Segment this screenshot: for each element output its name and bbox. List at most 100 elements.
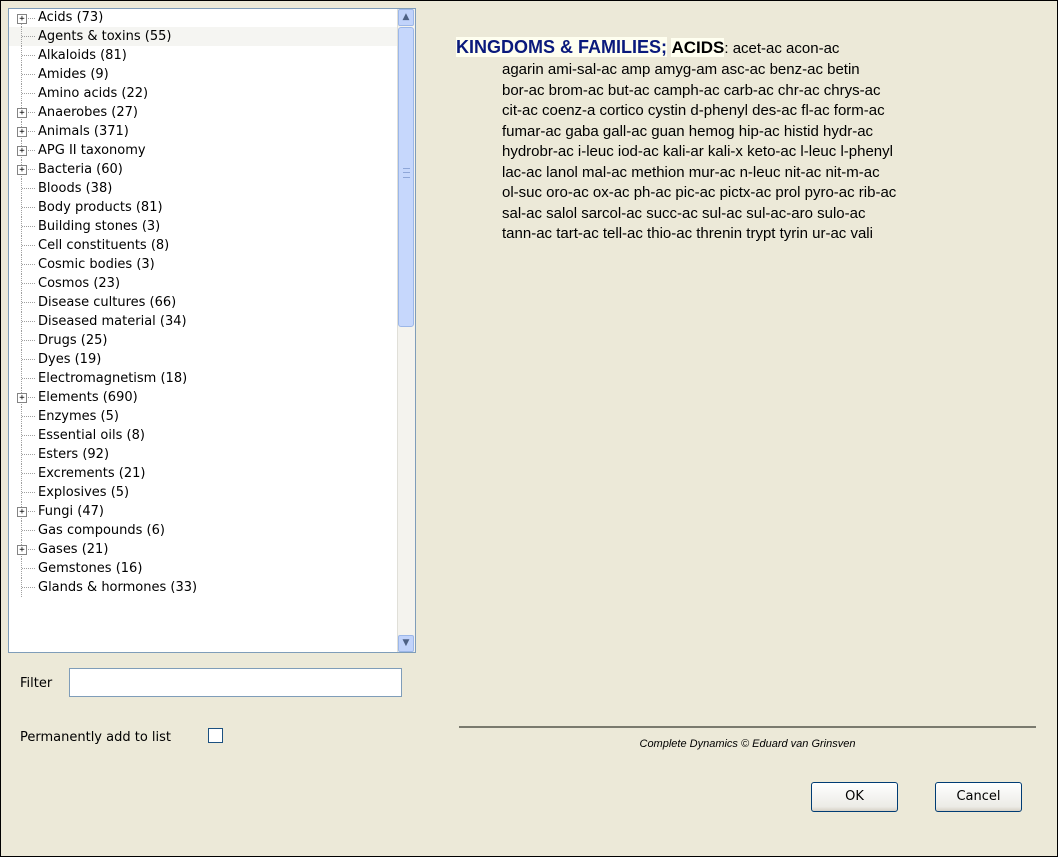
tree-item-label: Essential oils (8)	[38, 428, 145, 443]
scroll-thumb[interactable]	[398, 27, 414, 327]
remedy-list: agarin ami-sal-ac amp amyg-am asc-ac ben…	[502, 60, 1046, 245]
tree-item[interactable]: + Elements (690)	[9, 388, 398, 407]
remedy-line: bor-ac brom-ac but-ac camph-ac carb-ac c…	[502, 81, 881, 99]
tree-item[interactable]: Alkaloids (81)	[9, 46, 398, 65]
tree-item[interactable]: Cell constituents (8)	[9, 236, 398, 255]
tree-item-label: Electromagnetism (18)	[38, 371, 188, 386]
tree-connector	[22, 359, 35, 360]
remedy-content: KINGDOMS & FAMILIES; ACIDS: acet-ac acon…	[456, 36, 1046, 245]
tree-connector	[22, 340, 35, 341]
tree-item[interactable]: Bloods (38)	[9, 179, 398, 198]
tree-item-label: Diseased material (34)	[38, 314, 187, 329]
remedy-line: hydrobr-ac i-leuc iod-ac kali-ar kali-x …	[502, 143, 893, 160]
tree-item[interactable]: Dyes (19)	[9, 350, 398, 369]
tree-connector	[22, 36, 35, 37]
tree-item-label: Disease cultures (66)	[38, 295, 177, 310]
tree-item[interactable]: Glands & hormones (33)	[9, 578, 398, 597]
heading-line: KINGDOMS & FAMILIES; ACIDS: acet-ac acon…	[456, 36, 1046, 60]
tree-item[interactable]: Esters (92)	[9, 445, 398, 464]
tree-item[interactable]: + Animals (371)	[9, 122, 398, 141]
tree-connector	[22, 321, 35, 322]
tree-item[interactable]: Disease cultures (66)	[9, 293, 398, 312]
tree-item[interactable]: Cosmos (23)	[9, 274, 398, 293]
tree-item-label: Acids (73)	[38, 10, 104, 25]
tree-item[interactable]: Electromagnetism (18)	[9, 369, 398, 388]
permanently-add-label: Permanently add to list	[20, 730, 172, 745]
expand-icon[interactable]: +	[17, 14, 27, 24]
tree-item[interactable]: + Anaerobes (27)	[9, 103, 398, 122]
scroll-up-button[interactable]: ▲	[398, 9, 414, 26]
acids-title: ACIDS	[671, 38, 725, 57]
tree-item-label: Explosives (5)	[38, 485, 130, 500]
tree-item-label: Enzymes (5)	[38, 409, 119, 424]
tree-item[interactable]: Building stones (3)	[9, 217, 398, 236]
tree-item[interactable]: + APG II taxonomy	[9, 141, 398, 160]
filter-input[interactable]	[69, 668, 402, 697]
tree-item[interactable]: Gas compounds (6)	[9, 521, 398, 540]
tree-item[interactable]: Diseased material (34)	[9, 312, 398, 331]
remedy-line: cit-ac coenz-a cortico cystin d-phenyl d…	[502, 102, 885, 119]
tree-connector	[22, 207, 35, 208]
tree-item[interactable]: Enzymes (5)	[9, 407, 398, 426]
tree-item[interactable]: Amino acids (22)	[9, 84, 398, 103]
tree-item[interactable]: Agents & toxins (55)	[9, 27, 398, 46]
expand-icon[interactable]: +	[17, 545, 27, 555]
copyright-text: Complete Dynamics © Eduard van Grinsven	[639, 738, 856, 750]
tree-item-label: Cosmic bodies (3)	[38, 257, 155, 272]
tree-item[interactable]: Essential oils (8)	[9, 426, 398, 445]
tree-item-label: Gases (21)	[38, 542, 109, 557]
tree-item-label: Bacteria (60)	[38, 162, 123, 177]
permanently-add-checkbox[interactable]	[208, 728, 223, 743]
tree-item-label: Excrements (21)	[38, 466, 146, 481]
remedy-line: agarin ami-sal-ac amp amyg-am asc-ac ben…	[502, 61, 860, 78]
tree-item[interactable]: + Fungi (47)	[9, 502, 398, 521]
tree-connector	[22, 264, 35, 265]
tree-connector	[22, 492, 35, 493]
chevron-up-icon: ▲	[402, 12, 410, 22]
tree-item[interactable]: Excrements (21)	[9, 464, 398, 483]
tree-item-label: Esters (92)	[38, 447, 110, 462]
tree-connector	[22, 93, 35, 94]
tree-connector	[22, 55, 35, 56]
tree-item-label: Cosmos (23)	[38, 276, 121, 291]
expand-icon[interactable]: +	[17, 146, 27, 156]
cancel-button[interactable]: Cancel	[935, 782, 1022, 812]
tree-connector	[22, 435, 35, 436]
footer-divider	[459, 726, 1036, 728]
remedy-line: fumar-ac gaba gall-ac guan hemog hip-ac …	[502, 122, 874, 140]
tree-scrollbar[interactable]: ▲ ▼	[397, 9, 415, 652]
tree-item[interactable]: + Gases (21)	[9, 540, 398, 559]
remedy-line: tann-ac tart-ac tell-ac thio-ac threnin …	[502, 225, 873, 242]
remedy-line: lac-ac lanol mal-ac methion mur-ac n-leu…	[502, 163, 880, 181]
tree-connector	[22, 454, 35, 455]
expand-icon[interactable]: +	[17, 165, 27, 175]
tree-item-label: APG II taxonomy	[38, 143, 146, 158]
tree-item[interactable]: Gemstones (16)	[9, 559, 398, 578]
tree-connector	[22, 74, 35, 75]
tree-item-label: Fungi (47)	[38, 504, 104, 519]
tree-item-label: Animals (371)	[38, 124, 129, 139]
tree-connector	[22, 587, 35, 588]
tree-item[interactable]: Body products (81)	[9, 198, 398, 217]
tree-item[interactable]: Explosives (5)	[9, 483, 398, 502]
expand-icon[interactable]: +	[17, 507, 27, 517]
expand-icon[interactable]: +	[17, 393, 27, 403]
expand-icon[interactable]: +	[17, 127, 27, 137]
tree-item[interactable]: Drugs (25)	[9, 331, 398, 350]
tree-item[interactable]: Amides (9)	[9, 65, 398, 84]
tree-connector	[22, 283, 35, 284]
tree-connector	[22, 302, 35, 303]
category-tree[interactable]: + Acids (73) Agents & toxins (55) Alkaloids…	[8, 8, 416, 653]
remedy-line-first: : acet-ac acon-ac	[724, 40, 840, 57]
tree-item[interactable]: + Acids (73)	[9, 9, 398, 27]
tree-item[interactable]: + Bacteria (60)	[9, 160, 398, 179]
ok-button[interactable]: OK	[811, 782, 898, 812]
tree-item-label: Alkaloids (81)	[38, 48, 127, 63]
tree-item-label: Amides (9)	[38, 67, 109, 82]
scroll-down-button[interactable]: ▼	[398, 635, 414, 652]
tree-connector	[22, 530, 35, 531]
tree-connector	[22, 378, 35, 379]
tree-list: + Acids (73) Agents & toxins (55) Alkaloids…	[9, 9, 398, 652]
tree-item[interactable]: Cosmic bodies (3)	[9, 255, 398, 274]
expand-icon[interactable]: +	[17, 108, 27, 118]
